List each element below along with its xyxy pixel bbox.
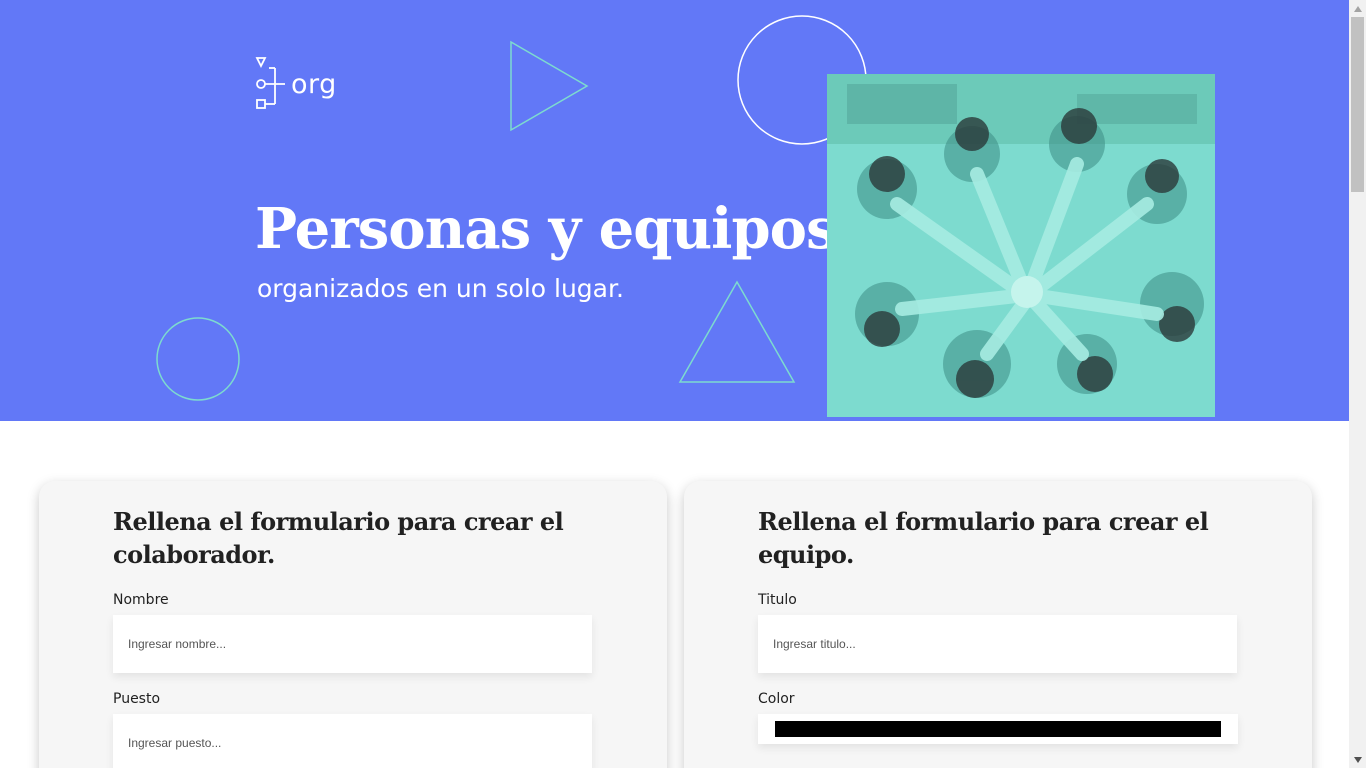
team-form-title: Rellena el formulario para crear el equi…	[758, 507, 1209, 569]
position-label: Puesto	[113, 691, 161, 707]
color-label: Color	[758, 691, 795, 707]
color-picker-input[interactable]	[758, 714, 1238, 744]
logo[interactable]: org	[255, 56, 337, 112]
name-label: Nombre	[113, 592, 169, 608]
triangle-right-decoration	[510, 40, 589, 132]
circle-small-decoration	[156, 317, 240, 401]
triangle-up-decoration	[678, 280, 796, 383]
scroll-down-arrow-icon[interactable]	[1349, 751, 1366, 768]
color-swatch	[775, 721, 1221, 737]
collaborator-form-title: Rellena el formulario para crear el cola…	[113, 507, 564, 569]
position-input[interactable]	[113, 714, 592, 768]
vertical-scrollbar[interactable]	[1349, 0, 1366, 768]
hero-subtitle: organizados en un solo lugar.	[257, 274, 624, 303]
name-input[interactable]	[113, 615, 592, 673]
org-logo-icon	[255, 57, 285, 109]
logo-text: org	[291, 68, 337, 100]
team-form: Rellena el formulario para crear el equi…	[684, 481, 1312, 768]
scrollbar-thumb[interactable]	[1351, 17, 1364, 192]
page: org Personas y equipos organizados en un…	[0, 0, 1349, 768]
team-hands-together-photo	[827, 74, 1215, 417]
title-label: Titulo	[758, 592, 797, 608]
scroll-up-arrow-icon[interactable]	[1349, 0, 1366, 17]
collaborator-form: Rellena el formulario para crear el cola…	[39, 481, 667, 768]
hero-title: Personas y equipos	[255, 196, 837, 262]
hero-banner: org Personas y equipos organizados en un…	[0, 0, 1349, 421]
title-input[interactable]	[758, 615, 1237, 673]
team-photo-illustration	[827, 74, 1215, 417]
